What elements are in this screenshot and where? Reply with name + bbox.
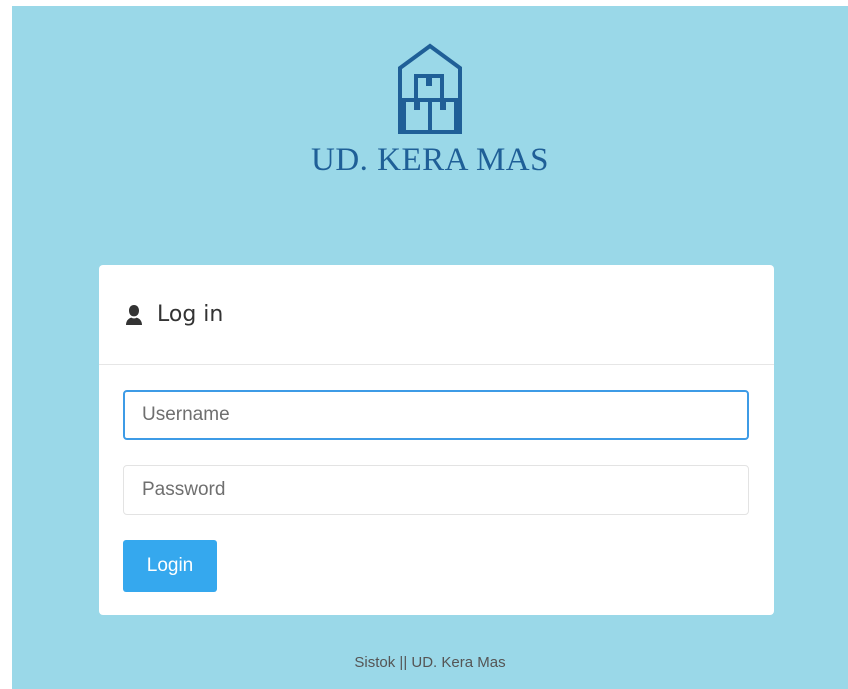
- brand-header: UD. KERA MAS: [12, 42, 848, 179]
- login-button[interactable]: Login: [123, 540, 217, 592]
- warehouse-boxes-icon: [398, 43, 462, 134]
- login-panel-header: Log in: [99, 265, 774, 365]
- login-screen: UD. KERA MAS Log in Login Sistok || UD. …: [12, 6, 848, 689]
- brand-name: UD. KERA MAS: [311, 142, 549, 178]
- user-icon: [123, 304, 145, 326]
- login-panel: Log in Login: [99, 265, 774, 615]
- footer-text: Sistok || UD. Kera Mas: [354, 654, 506, 671]
- username-input[interactable]: [123, 390, 749, 440]
- password-input[interactable]: [123, 465, 749, 515]
- panel-title: Log in: [157, 302, 224, 327]
